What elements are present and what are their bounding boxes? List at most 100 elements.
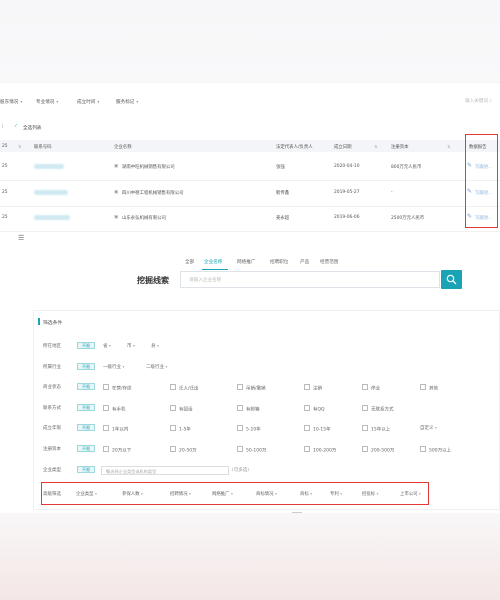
city-select[interactable]: 市 ▾	[127, 343, 135, 349]
unlimited-button[interactable]: 不限	[77, 466, 95, 473]
contact-option[interactable]: 无联系方式	[362, 405, 394, 413]
unlimited-button[interactable]: 不限	[77, 424, 95, 431]
tab-business-scope[interactable]: 经营范围	[320, 259, 338, 265]
industry-level2-select[interactable]: 二级行业 ▾	[146, 364, 167, 370]
select-all-toggle[interactable]: 全选列表	[23, 125, 41, 131]
table-row[interactable]: 25 ▣ 四川中德工程机械销售有限公司 靳传鑫 2019-05-27 - ✎ 写…	[0, 181, 500, 207]
tab-job-posts[interactable]: 招聘职位	[270, 259, 288, 265]
grid-toolbar: | ✓ 全选列表	[0, 123, 500, 133]
filter-dropdown[interactable]: 成立时间 ▾	[77, 99, 99, 105]
province-select[interactable]: 省 ▾	[103, 343, 111, 349]
header-prefix: 25	[2, 144, 8, 149]
filter-label: 成立时间	[77, 100, 96, 105]
age-option[interactable]: 1-5年	[170, 425, 191, 433]
filter-dropdown[interactable]: 专业情况 ▾	[36, 99, 58, 105]
company-search-input[interactable]: 请输入企业名称	[180, 271, 440, 288]
company-name-link[interactable]: 湖南中旺机械销售有限公司	[122, 164, 175, 170]
column-header: 企业名称	[114, 145, 132, 150]
capital-option[interactable]: 20万以下	[103, 446, 131, 454]
search-placeholder: 输入关键词	[464, 99, 488, 104]
capital-option[interactable]: 200-500万	[362, 446, 394, 454]
tab-all[interactable]: 全部	[185, 259, 194, 265]
tab-products[interactable]: 产品	[300, 259, 309, 265]
search-button[interactable]	[441, 270, 462, 289]
capital-option[interactable]: 100-200万	[304, 446, 336, 454]
tab-company-name[interactable]: 企业名称	[204, 259, 222, 265]
capital-option[interactable]: 50-100万	[237, 446, 266, 454]
unlimited-button[interactable]: 不限	[77, 363, 95, 370]
table-header: 25 ⇅ 联系号码 企业名称 法定代表人/负责人 成立日期 ⇅ 注册资本 ⇅ 数…	[0, 140, 500, 152]
contact-option[interactable]: 有手机	[103, 405, 126, 413]
table-row[interactable]: 25 ▣ 山东永弘机械有限公司 姜永超 2019-06-06 2500万元人民币…	[0, 206, 500, 232]
filter-row-label: 企业类型	[43, 468, 61, 473]
column-header: 成立日期	[334, 145, 352, 150]
highlight-box	[41, 482, 429, 505]
divider: |	[2, 124, 4, 129]
filter-row-label: 联系方式	[43, 406, 61, 411]
status-option[interactable]: 注销	[304, 384, 322, 392]
filter-label: 专业情况	[36, 100, 55, 105]
contact-option[interactable]: 有邮箱	[237, 405, 260, 413]
status-option[interactable]: 迁入/迁出	[170, 384, 199, 392]
status-option[interactable]: 停业	[362, 384, 380, 392]
founded-date: 2019-05-27	[334, 190, 360, 195]
contact-option[interactable]: 有固话	[170, 405, 193, 413]
section-title: 筛选条件	[43, 321, 63, 326]
custom-age-dropdown[interactable]: 自定义 ▾	[420, 425, 437, 431]
age-option[interactable]: 10-15年	[304, 425, 331, 433]
chevron-down-icon: ▾	[106, 468, 108, 473]
unlimited-button[interactable]: 不限	[77, 445, 95, 452]
industry-level1-select[interactable]: 一级行业 ▾	[103, 364, 124, 370]
column-header: 注册资本	[391, 145, 409, 150]
chevron-down-icon: ▾	[97, 99, 100, 104]
collapse-handle[interactable]	[292, 512, 302, 513]
filter-dropdown[interactable]: 服务标记 ▾	[116, 99, 138, 105]
search-icon: ⌕	[489, 99, 492, 104]
legal-rep: 姜永超	[276, 216, 290, 221]
sort-icon[interactable]: ⇅	[447, 144, 450, 149]
unlimited-button[interactable]: 不限	[77, 342, 95, 349]
filter-bar: 股东情况 ▾ 专业情况 ▾ 成立时间 ▾ 服务标记 ▾ 输入关键词 ⌕	[0, 99, 500, 111]
legal-rep: 张强	[276, 165, 285, 170]
sort-icon[interactable]: ⇅	[374, 144, 377, 149]
phone-number-blurred	[34, 164, 64, 171]
company-logo-icon: ▣	[114, 164, 119, 169]
row-prefix: 25	[2, 190, 8, 195]
registered-capital: 800万元人民币	[391, 165, 422, 170]
company-name-link[interactable]: 山东永弘机械有限公司	[122, 215, 166, 221]
registered-capital: -	[391, 190, 393, 195]
contact-option[interactable]: 有QQ	[304, 405, 325, 413]
check-icon[interactable]: ✓	[14, 124, 18, 129]
search-icon	[446, 274, 457, 285]
filter-label: 服务标记	[116, 100, 135, 105]
county-select[interactable]: 县 ▾	[151, 343, 159, 349]
age-option[interactable]: 5-10年	[237, 425, 261, 433]
keyword-search-input[interactable]: 输入关键词 ⌕	[452, 98, 492, 104]
list-view-icon[interactable]: ☰	[18, 234, 24, 242]
age-option[interactable]: 15年以上	[362, 425, 390, 433]
capital-option[interactable]: 500万以上	[420, 446, 451, 454]
age-option[interactable]: 1年以内	[103, 425, 128, 433]
column-header: 法定代表人/负责人	[276, 145, 313, 150]
status-option[interactable]: 吊销/撤销	[237, 384, 266, 392]
unlimited-button[interactable]: 不限	[77, 383, 95, 390]
chevron-down-icon: ▾	[56, 99, 59, 104]
brand-title: 挖掘线索	[137, 276, 169, 285]
unlimited-button[interactable]: 不限	[77, 404, 95, 411]
filter-dropdown[interactable]: 股东情况 ▾	[0, 99, 22, 105]
filter-row-label: 所在地区	[43, 344, 61, 349]
tab-web-promotion[interactable]: 网络推广	[237, 259, 255, 265]
capital-option[interactable]: 20-50万	[170, 446, 197, 454]
chevron-down-icon: ▾	[136, 99, 139, 104]
search-placeholder: 请输入企业名称	[189, 278, 222, 283]
status-option[interactable]: 在营/存续	[103, 384, 132, 392]
sort-icon[interactable]: ⇅	[18, 144, 21, 149]
company-type-select[interactable]: 请选择企业类型或机构类型 ▾	[101, 466, 229, 475]
multi-select-note: (可多选)	[232, 468, 250, 473]
table-row[interactable]: 25 ▣ 湖南中旺机械销售有限公司 张强 2020-04-10 800万元人民币…	[0, 155, 500, 181]
registered-capital: 2500万元人民币	[391, 216, 425, 221]
company-logo-icon: ▣	[114, 190, 119, 195]
phone-number-blurred	[34, 190, 68, 197]
status-option[interactable]: 其他	[420, 384, 438, 392]
company-name-link[interactable]: 四川中德工程机械销售有限公司	[122, 190, 183, 196]
